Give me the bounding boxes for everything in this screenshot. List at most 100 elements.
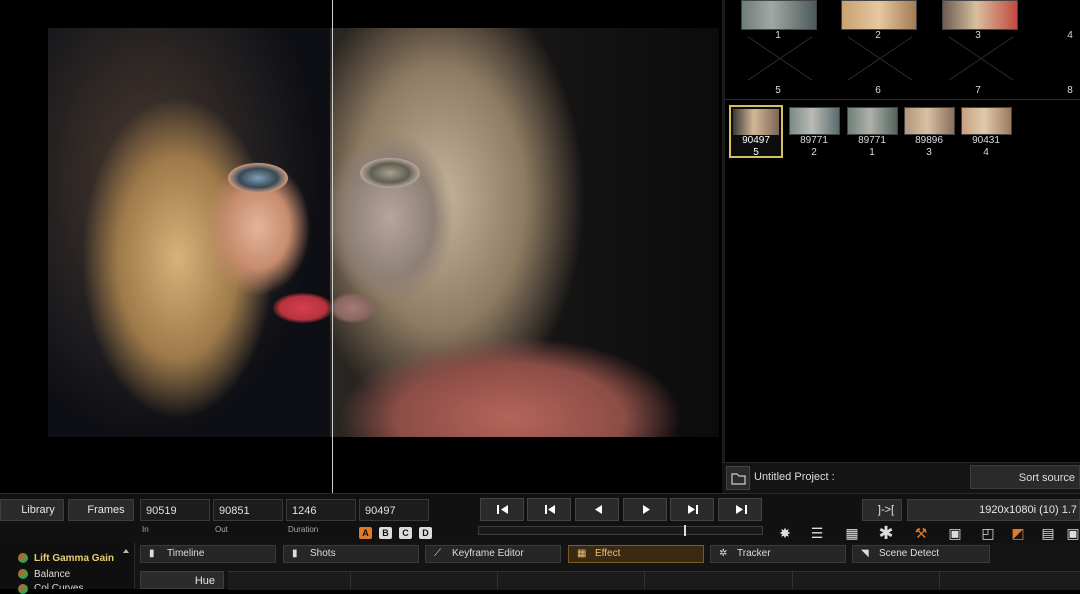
- strip-divider: [497, 571, 498, 589]
- playhead-slider[interactable]: [478, 526, 763, 535]
- shot-index: 1: [869, 147, 875, 158]
- slot-label: 6: [875, 85, 881, 96]
- open-project-button[interactable]: [726, 466, 750, 490]
- sort-source-dropdown[interactable]: Sort source: [970, 465, 1080, 489]
- playhead-handle[interactable]: [684, 525, 686, 536]
- play-button[interactable]: [623, 498, 667, 521]
- shots-icon: ▮: [292, 548, 298, 559]
- shot-thumbnail[interactable]: [789, 107, 840, 135]
- edge-icon[interactable]: ▣: [1066, 524, 1080, 542]
- tab-scene-detect[interactable]: ◥ Scene Detect: [852, 545, 990, 563]
- clapper-icon[interactable]: ▦: [843, 524, 861, 542]
- strip-divider: [939, 571, 940, 589]
- in-timecode-field[interactable]: 90519: [140, 499, 210, 521]
- play-icon: [643, 505, 650, 514]
- library-button[interactable]: Library: [0, 499, 64, 521]
- list-icon[interactable]: ☰: [808, 524, 826, 542]
- hue-button[interactable]: Hue: [140, 571, 224, 589]
- prev-mark-button[interactable]: [480, 498, 524, 521]
- skip-start-icon: [545, 505, 555, 514]
- search-window-icon[interactable]: ◰: [979, 524, 997, 542]
- loop-button[interactable]: ]->[: [862, 499, 902, 521]
- effect-color-icon: [18, 569, 28, 579]
- thumbnail[interactable]: [741, 0, 817, 30]
- shot-index: 2: [811, 147, 817, 158]
- thumbnail[interactable]: [841, 0, 917, 30]
- effect-color-icon: [18, 584, 28, 594]
- shot-thumbnail[interactable]: [904, 107, 955, 135]
- shot-frame: 90431: [972, 135, 1000, 146]
- divider: [725, 99, 1080, 100]
- window-icon[interactable]: ▣: [946, 524, 964, 542]
- next-mark-button[interactable]: [718, 498, 762, 521]
- viewer[interactable]: [0, 0, 722, 493]
- gear-icon: ✲: [719, 548, 728, 559]
- effect-color-icon: [18, 553, 28, 563]
- parameter-strip: [228, 571, 1080, 590]
- shot-index: 4: [983, 147, 989, 158]
- step-forward-icon: [736, 505, 747, 514]
- viewer-frame: [48, 28, 719, 437]
- project-name: Untitled Project :: [754, 471, 835, 483]
- grid-icon: ▦: [577, 548, 587, 559]
- strip-divider: [792, 571, 793, 589]
- strip-divider: [644, 571, 645, 589]
- mark-d-button[interactable]: D: [419, 527, 432, 539]
- slot-label: 5: [775, 85, 781, 96]
- wrench-icon[interactable]: ⚒: [912, 524, 930, 542]
- thumbnail-label: 4: [1067, 30, 1073, 41]
- keyframe-icon: ⟋: [434, 548, 441, 559]
- play-reverse-button[interactable]: [575, 498, 619, 521]
- play-reverse-icon: [595, 505, 602, 514]
- out-label: Out: [215, 525, 228, 534]
- strip-divider: [350, 571, 351, 589]
- duration-field[interactable]: 1246: [286, 499, 356, 521]
- slot-label: 8: [1067, 85, 1073, 96]
- scene-detect-icon: ◥: [861, 548, 869, 559]
- grade-icon[interactable]: ◩: [1009, 524, 1027, 542]
- shot-index: 3: [926, 147, 932, 158]
- folder-icon: [731, 473, 746, 485]
- mark-b-button[interactable]: B: [379, 527, 392, 539]
- tab-tracker[interactable]: ✲ Tracker: [710, 545, 846, 563]
- effect-item[interactable]: Balance: [34, 569, 70, 580]
- tab-effect[interactable]: ▦ Effect: [568, 545, 704, 563]
- shot-thumbnail[interactable]: [847, 107, 898, 135]
- original-half: [48, 28, 333, 437]
- tab-shots[interactable]: ▮ Shots: [283, 545, 419, 563]
- mark-a-button[interactable]: A: [359, 527, 372, 539]
- shot-frame: 90497: [742, 135, 770, 146]
- empty-slot[interactable]: [741, 32, 817, 84]
- scroll-up-icon[interactable]: [123, 549, 129, 553]
- shot-index: 5: [753, 147, 759, 158]
- skip-end-icon: [688, 505, 698, 514]
- out-timecode-field[interactable]: 90851: [213, 499, 283, 521]
- tab-keyframe-editor[interactable]: ⟋ Keyframe Editor: [425, 545, 561, 563]
- slot-label: 7: [975, 85, 981, 96]
- resolution-dropdown[interactable]: 1920x1080i (10) 1.7: [907, 499, 1080, 521]
- effect-item-active[interactable]: Lift Gamma Gain: [34, 553, 114, 564]
- go-to-start-button[interactable]: [527, 498, 571, 521]
- mark-c-button[interactable]: C: [399, 527, 412, 539]
- frames-button[interactable]: Frames: [68, 499, 134, 521]
- tab-timeline[interactable]: ▮ Timeline: [140, 545, 276, 563]
- duration-label: Duration: [288, 525, 319, 534]
- thumbnail[interactable]: [942, 0, 1018, 30]
- effect-item[interactable]: Col Curves: [34, 583, 83, 589]
- split-divider[interactable]: [332, 0, 333, 493]
- star-icon[interactable]: ✱: [877, 524, 895, 542]
- panel-icon[interactable]: ▤: [1039, 524, 1057, 542]
- shot-thumbnail[interactable]: [961, 107, 1012, 135]
- step-back-icon: [497, 505, 508, 514]
- sparkle-icon[interactable]: ✸: [776, 524, 794, 542]
- shot-frame: 89896: [915, 135, 943, 146]
- current-frame-field[interactable]: 90497: [359, 499, 429, 521]
- shot-frame: 89771: [800, 135, 828, 146]
- empty-slot[interactable]: [841, 32, 917, 84]
- shot-frame: 89771: [858, 135, 886, 146]
- timeline-icon: ▮: [149, 548, 155, 559]
- graded-half: [330, 28, 719, 437]
- go-to-end-button[interactable]: [670, 498, 714, 521]
- in-label: In: [142, 525, 149, 534]
- empty-slot[interactable]: [942, 32, 1018, 84]
